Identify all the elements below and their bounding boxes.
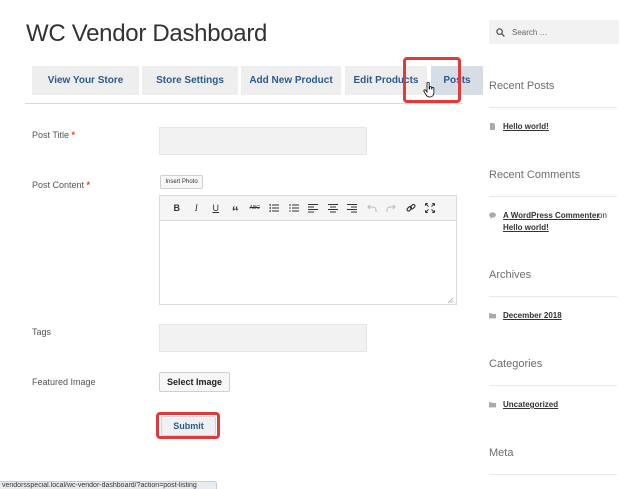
tab-store-settings[interactable]: Store Settings bbox=[142, 66, 238, 95]
document-icon bbox=[490, 123, 495, 130]
dashboard-tabs: View Your Store Store Settings Add New P… bbox=[25, 62, 483, 104]
post-content-label: Post Content * bbox=[32, 180, 91, 190]
post-title-label: Post Title * bbox=[32, 130, 76, 140]
tab-view-your-store[interactable]: View Your Store bbox=[32, 66, 139, 95]
tab-add-new-product[interactable]: Add New Product bbox=[241, 66, 341, 95]
sidebar-divider bbox=[489, 385, 617, 386]
recent-post-link[interactable]: Hello world! bbox=[503, 122, 549, 131]
comment-author-link[interactable]: A WordPress Commenter bbox=[503, 211, 599, 220]
comment-on-text: on bbox=[598, 211, 607, 220]
tags-label: Tags bbox=[32, 327, 52, 337]
sidebar-divider bbox=[489, 196, 617, 197]
categories-heading: Categories bbox=[489, 358, 543, 370]
comment-icon bbox=[489, 212, 496, 219]
search-input[interactable]: Search … bbox=[489, 20, 619, 44]
post-content-editor: B I U “ ABC bbox=[159, 195, 457, 305]
editor-text-area[interactable] bbox=[160, 221, 456, 294]
bullet-list-icon[interactable] bbox=[265, 199, 285, 217]
sidebar-divider bbox=[489, 296, 617, 297]
recent-posts-heading: Recent Posts bbox=[489, 80, 555, 92]
archives-heading: Archives bbox=[489, 269, 532, 281]
blockquote-icon[interactable]: “ bbox=[226, 199, 246, 218]
search-icon bbox=[496, 27, 505, 37]
meta-heading: Meta bbox=[489, 447, 514, 459]
hand-cursor-icon bbox=[423, 82, 435, 98]
folder-icon bbox=[489, 402, 496, 408]
align-center-icon[interactable] bbox=[323, 199, 343, 217]
sidebar-divider bbox=[489, 474, 617, 475]
featured-image-label: Featured Image bbox=[32, 377, 96, 387]
browser-status-url: vendorsspecial.local/wc-vendor-dashboard… bbox=[0, 481, 217, 489]
link-icon[interactable] bbox=[401, 199, 421, 217]
fullscreen-icon[interactable] bbox=[421, 199, 441, 217]
archive-link[interactable]: December 2018 bbox=[503, 311, 562, 320]
numbered-list-icon[interactable] bbox=[284, 199, 304, 217]
select-image-button[interactable]: Select Image bbox=[159, 372, 230, 392]
italic-icon[interactable]: I bbox=[187, 199, 207, 217]
search-placeholder: Search … bbox=[512, 27, 548, 37]
strikethrough-icon[interactable]: ABC bbox=[245, 199, 265, 217]
recent-comments-heading: Recent Comments bbox=[489, 169, 581, 181]
undo-icon[interactable] bbox=[362, 199, 382, 217]
align-right-icon[interactable] bbox=[343, 199, 363, 217]
align-left-icon[interactable] bbox=[304, 199, 324, 217]
insert-photo-button[interactable]: Insert Photo bbox=[160, 175, 203, 189]
underline-icon[interactable]: U bbox=[206, 199, 226, 217]
folder-icon bbox=[489, 313, 496, 319]
editor-toolbar: B I U “ ABC bbox=[160, 196, 456, 221]
comment-post-link[interactable]: Hello world! bbox=[503, 223, 549, 232]
page-title: WC Vendor Dashboard bbox=[26, 20, 268, 47]
bold-icon[interactable]: B bbox=[167, 199, 187, 217]
post-title-input[interactable] bbox=[159, 127, 367, 155]
tags-input[interactable] bbox=[159, 324, 367, 352]
editor-statusbar bbox=[160, 294, 456, 305]
resize-handle-icon[interactable] bbox=[447, 297, 454, 304]
redo-icon[interactable] bbox=[382, 199, 402, 217]
category-link[interactable]: Uncategorized bbox=[503, 400, 558, 409]
sidebar-divider bbox=[489, 107, 617, 108]
submit-button-highlight bbox=[156, 412, 220, 439]
